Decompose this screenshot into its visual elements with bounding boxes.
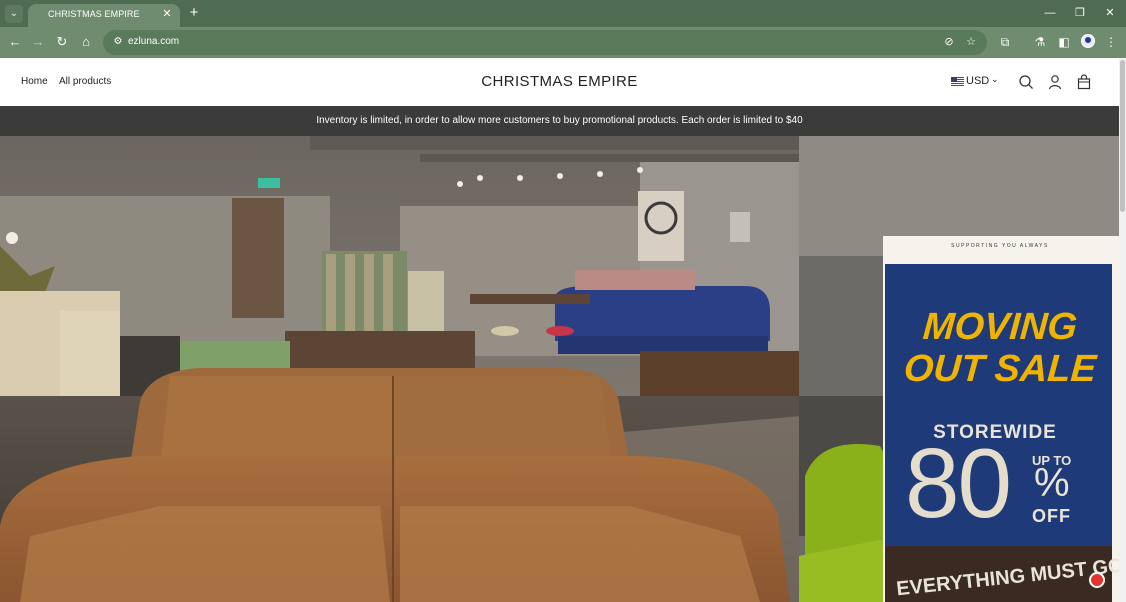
scrollbar-thumb[interactable]: [1120, 60, 1125, 212]
banner-headline-2: OUT SALE: [902, 348, 1098, 390]
labs-icon[interactable]: ⚗: [1031, 33, 1049, 51]
currency-label: USD: [966, 75, 990, 87]
back-icon[interactable]: ←: [6, 33, 24, 51]
banner-tagline: SUPPORTING YOU ALWAYS: [951, 243, 1049, 249]
banner-percent-sign: %: [1034, 461, 1070, 505]
browser-tab[interactable]: CHRISTMAS EMPIRE ✕: [28, 4, 180, 27]
tab-search-icon[interactable]: ⌄: [5, 5, 23, 23]
account-icon[interactable]: [1047, 74, 1063, 90]
page-scrollbar[interactable]: [1119, 58, 1126, 602]
browser-tab-strip: ⌄ CHRISTMAS EMPIRE ✕ + — ❐ ✕: [0, 0, 1126, 27]
cart-icon[interactable]: [1076, 74, 1092, 90]
tab-title: CHRISTMAS EMPIRE: [48, 9, 140, 19]
forward-icon[interactable]: →: [29, 33, 47, 51]
tracking-protection-icon[interactable]: ⊘: [941, 34, 957, 50]
banner-headline-1: MOVING: [921, 306, 1079, 348]
web-page: Home All products CHRISTMAS EMPIRE USD ⌄…: [0, 58, 1126, 602]
chevron-down-icon: ⌄: [991, 74, 999, 84]
close-window-icon[interactable]: ✕: [1100, 4, 1120, 22]
site-info-icon[interactable]: ⚙: [110, 34, 126, 50]
extensions-icon[interactable]: ⧉: [996, 33, 1014, 51]
bookmark-star-icon[interactable]: ☆: [963, 34, 979, 50]
minimize-icon[interactable]: —: [1040, 4, 1060, 22]
new-tab-icon[interactable]: +: [186, 5, 202, 21]
us-flag-icon: [951, 77, 964, 86]
tab-close-icon[interactable]: ✕: [160, 7, 174, 21]
browser-toolbar: ← → ↻ ⌂ ⚙ ezluna.com ⊘ ☆ ⧉ ⚗ ◧ ⋮: [0, 27, 1126, 58]
reload-icon[interactable]: ↻: [53, 33, 71, 51]
search-icon[interactable]: [1018, 74, 1034, 90]
url-text: ezluna.com: [128, 36, 180, 47]
announcement-text: Inventory is limited, in order to allow …: [316, 115, 803, 126]
hero-image[interactable]: SUPPORTING YOU ALWAYS MOVING OUT SALE ST…: [0, 136, 1119, 602]
site-header: Home All products CHRISTMAS EMPIRE USD ⌄: [0, 58, 1119, 106]
menu-icon[interactable]: ⋮: [1102, 33, 1120, 51]
restore-icon[interactable]: ❐: [1070, 4, 1090, 22]
home-icon[interactable]: ⌂: [77, 33, 95, 51]
banner-off: OFF: [1032, 506, 1071, 526]
chat-support-icon[interactable]: [1089, 572, 1105, 588]
address-bar[interactable]: ⚙ ezluna.com ⊘ ☆: [103, 30, 987, 55]
banner-percent-number: 80: [905, 428, 1012, 538]
profile-avatar-icon[interactable]: [1081, 34, 1095, 48]
side-panel-icon[interactable]: ◧: [1055, 33, 1073, 51]
announcement-bar: Inventory is limited, in order to allow …: [0, 106, 1119, 136]
